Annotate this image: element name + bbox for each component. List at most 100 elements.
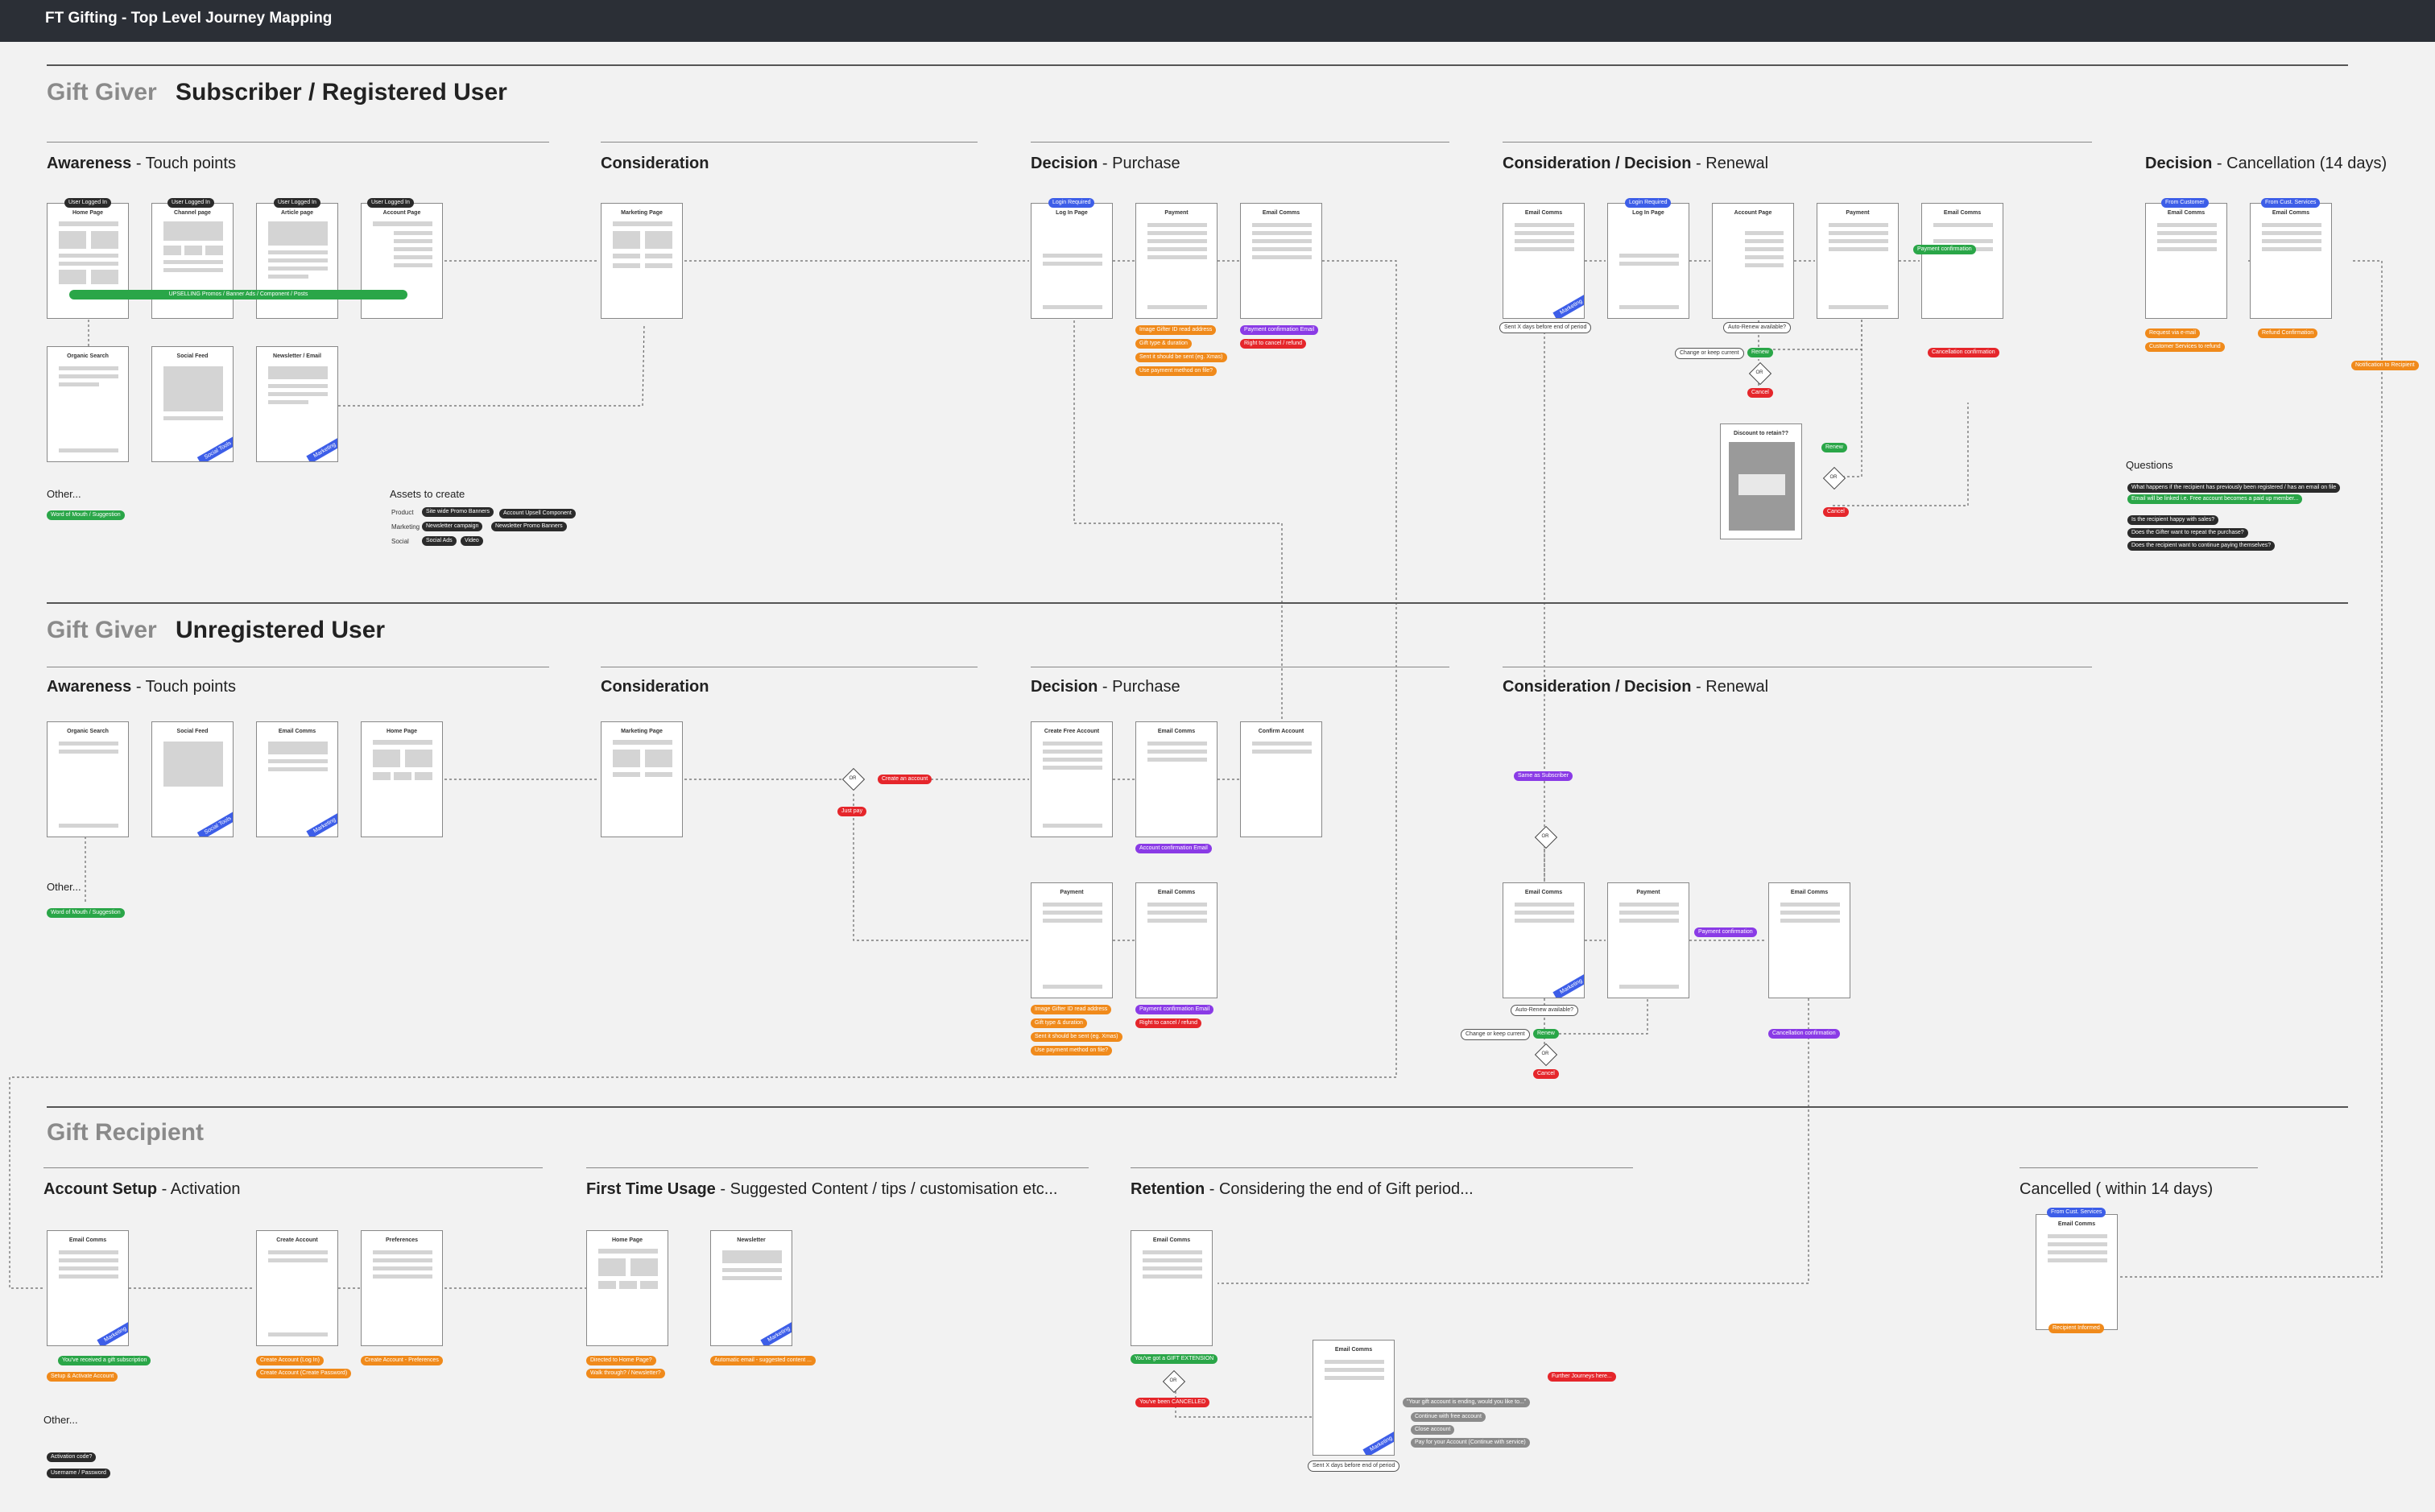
wireframe-social-feed[interactable]: Social Feed Social Tools bbox=[151, 346, 234, 462]
login-required-badge: Login Required bbox=[1048, 198, 1095, 208]
wireframe-login-page[interactable]: Log In Page bbox=[1031, 203, 1113, 319]
create-account-option: Create an account bbox=[878, 775, 932, 784]
wireframe-renewal-payment[interactable]: Payment bbox=[1817, 203, 1899, 319]
option-close-account: Close account bbox=[1411, 1425, 1455, 1435]
just-pay-option: Just pay bbox=[837, 807, 867, 816]
wireframe-email-comms[interactable]: Email Comms bbox=[1135, 882, 1218, 998]
wireframe-organic-search[interactable]: Organic Search bbox=[47, 346, 129, 462]
section-title-subscriber: Subscriber / Registered User bbox=[176, 79, 507, 105]
wireframe-marketing-page[interactable]: Marketing Page bbox=[601, 203, 683, 319]
stage-first-time-usage: First Time Usage - Suggested Content / t… bbox=[586, 1180, 1058, 1198]
asset-badge: Social Ads bbox=[422, 536, 457, 546]
other-label: Other... bbox=[47, 488, 81, 500]
wireframe-renewal-payment[interactable]: Payment bbox=[1607, 882, 1689, 998]
wireframe-email-comms[interactable]: Email Comms bbox=[1135, 721, 1218, 837]
social-tools-tag: Social Tools bbox=[196, 436, 233, 461]
wireframe-payment[interactable]: Payment bbox=[1135, 203, 1218, 319]
note-preferences: Create Account - Preferences bbox=[361, 1356, 443, 1365]
wireframe-social-feed[interactable]: Social Feed Social Tools bbox=[151, 721, 234, 837]
stage-divider bbox=[1503, 142, 2092, 143]
wireframe-create-free-account[interactable]: Create Free Account bbox=[1031, 721, 1113, 837]
stage-renewal: Consideration / Decision - Renewal bbox=[1503, 155, 1769, 172]
note-notify-recipient: Notification to Recipient bbox=[2351, 361, 2419, 370]
wireframe-renewal-email-2[interactable]: Email Comms bbox=[1768, 882, 1850, 998]
stage-retention: Retention - Considering the end of Gift … bbox=[1131, 1180, 1474, 1198]
wireframe-create-account[interactable]: Create Account bbox=[256, 1230, 338, 1346]
wireframe-newsletter[interactable]: Newsletter Marketing bbox=[710, 1230, 792, 1346]
wireframe-home-page[interactable]: Home Page bbox=[361, 721, 443, 837]
note-payment-confirmation: Payment confirmation bbox=[1913, 245, 1976, 254]
note-payment-confirmation: Payment confirmation Email bbox=[1135, 1005, 1214, 1014]
asset-badge: Video bbox=[461, 536, 483, 546]
section-divider bbox=[47, 1106, 2348, 1108]
stage-divider bbox=[1031, 142, 1449, 143]
stage-divider bbox=[601, 142, 978, 143]
wireframe-renewal-email-2[interactable]: Email Comms bbox=[1921, 203, 2003, 319]
wireframe-cancel-email-2[interactable]: Email Comms bbox=[2250, 203, 2332, 319]
wireframe-payment[interactable]: Payment bbox=[1031, 882, 1113, 998]
stage-renewal: Consideration / Decision - Renewal bbox=[1503, 678, 1769, 696]
note-sent-days: Sent X days before end of period bbox=[1499, 322, 1592, 333]
note-auto-renew: Auto-Renew available? bbox=[1723, 322, 1791, 333]
stage-divider bbox=[1131, 1167, 1633, 1168]
renew-option: Renew bbox=[1533, 1029, 1559, 1039]
wireframe-renewal-login[interactable]: Log In Page bbox=[1607, 203, 1689, 319]
stage-divider bbox=[2020, 1167, 2258, 1168]
stage-decision-purchase: Decision - Purchase bbox=[1031, 678, 1180, 696]
wireframe-cancelled-email[interactable]: Email Comms bbox=[2036, 1214, 2118, 1330]
wireframe-account-page[interactable]: Account Page bbox=[361, 203, 443, 319]
note-create-password: Create Account (Create Password) bbox=[256, 1369, 352, 1378]
note-cancellation-confirmation: Cancellation confirmation bbox=[1928, 348, 1999, 357]
wireframe-newsletter-email[interactable]: Newsletter / Email Marketing bbox=[256, 346, 338, 462]
wireframe-article-page[interactable]: Article page bbox=[256, 203, 338, 319]
upselling-banner: UPSELLING Promos / Banner Ads / Componen… bbox=[69, 290, 407, 300]
stage-consideration: Consideration bbox=[601, 155, 709, 172]
cancel-option: Cancel bbox=[1533, 1069, 1559, 1079]
wireframe-organic-search[interactable]: Organic Search bbox=[47, 721, 129, 837]
note-username-password: Username / Password bbox=[47, 1469, 110, 1478]
stage-cancellation: Decision - Cancellation (14 days) bbox=[2145, 155, 2387, 172]
renew-option: Renew bbox=[1821, 443, 1847, 452]
note-setup-activate: Setup & Activate Account bbox=[47, 1372, 118, 1382]
renew-option: Renew bbox=[1747, 348, 1773, 357]
note-change-keep: Change or keep current bbox=[1675, 348, 1744, 359]
stage-divider bbox=[47, 142, 549, 143]
logged-in-badge: User Logged In bbox=[367, 198, 414, 208]
wireframe-cancel-email[interactable]: Email Comms bbox=[2145, 203, 2227, 319]
wireframe-home-page[interactable]: Home Page bbox=[47, 203, 129, 319]
cancel-option: Cancel bbox=[1747, 388, 1773, 398]
wireframe-channel-page[interactable]: Channel page bbox=[151, 203, 234, 319]
wireframe-confirm-account[interactable]: Confirm Account bbox=[1240, 721, 1322, 837]
wireframe-retention-email[interactable]: Email Comms bbox=[1131, 1230, 1213, 1346]
logged-in-badge: User Logged In bbox=[64, 198, 111, 208]
wireframe-marketing-page[interactable]: Marketing Page bbox=[601, 721, 683, 837]
logged-in-badge: User Logged In bbox=[167, 198, 214, 208]
note-use-payment: Use payment method on file? bbox=[1135, 366, 1218, 376]
note-recipient-informed: Recipient Informed bbox=[2048, 1324, 2104, 1333]
note-sent-days: Sent X days before end of period bbox=[1308, 1460, 1400, 1472]
wireframe-preferences[interactable]: Preferences bbox=[361, 1230, 443, 1346]
other-label: Other... bbox=[43, 1414, 78, 1426]
wireframe-retention-email-2[interactable]: Email Comms Marketing bbox=[1313, 1340, 1395, 1456]
asset-badge: Site wide Promo Banners bbox=[422, 507, 494, 517]
stage-consideration: Consideration bbox=[601, 678, 709, 696]
question-item: Does the recipient want to continue payi… bbox=[2127, 541, 2276, 551]
wireframe-email-comms[interactable]: Email Comms bbox=[1240, 203, 1322, 319]
assets-product-label: Product bbox=[391, 509, 414, 516]
wireframe-renewal-account[interactable]: Account Page bbox=[1712, 203, 1794, 319]
wireframe-discount[interactable]: Discount to retain?? bbox=[1720, 423, 1802, 539]
from-customer-badge: From Customer bbox=[2161, 198, 2209, 208]
option-continue-free: Continue with free account bbox=[1411, 1412, 1486, 1422]
wireframe-email-comms[interactable]: Email Comms Marketing bbox=[47, 1230, 129, 1346]
wireframe-home-page[interactable]: Home Page bbox=[586, 1230, 668, 1346]
note-use-payment: Use payment method on file? bbox=[1031, 1046, 1113, 1056]
assets-marketing-label: Marketing bbox=[391, 523, 420, 531]
from-cs-badge: From Cust. Services bbox=[2047, 1208, 2106, 1217]
question-answer: Email will be linked i.e. Free account b… bbox=[2127, 494, 2303, 504]
wireframe-email-comms[interactable]: Email Comms Marketing bbox=[256, 721, 338, 837]
question-item: What happens if the recipient has previo… bbox=[2127, 483, 2341, 493]
section-label-gift-giver: Gift Giver bbox=[47, 617, 157, 643]
wireframe-renewal-email[interactable]: Email Comms Marketing bbox=[1503, 882, 1585, 998]
wireframe-renewal-email[interactable]: Email Comms Marketing bbox=[1503, 203, 1585, 319]
note-image-gifter: Image Gifter ID read address bbox=[1031, 1005, 1112, 1014]
